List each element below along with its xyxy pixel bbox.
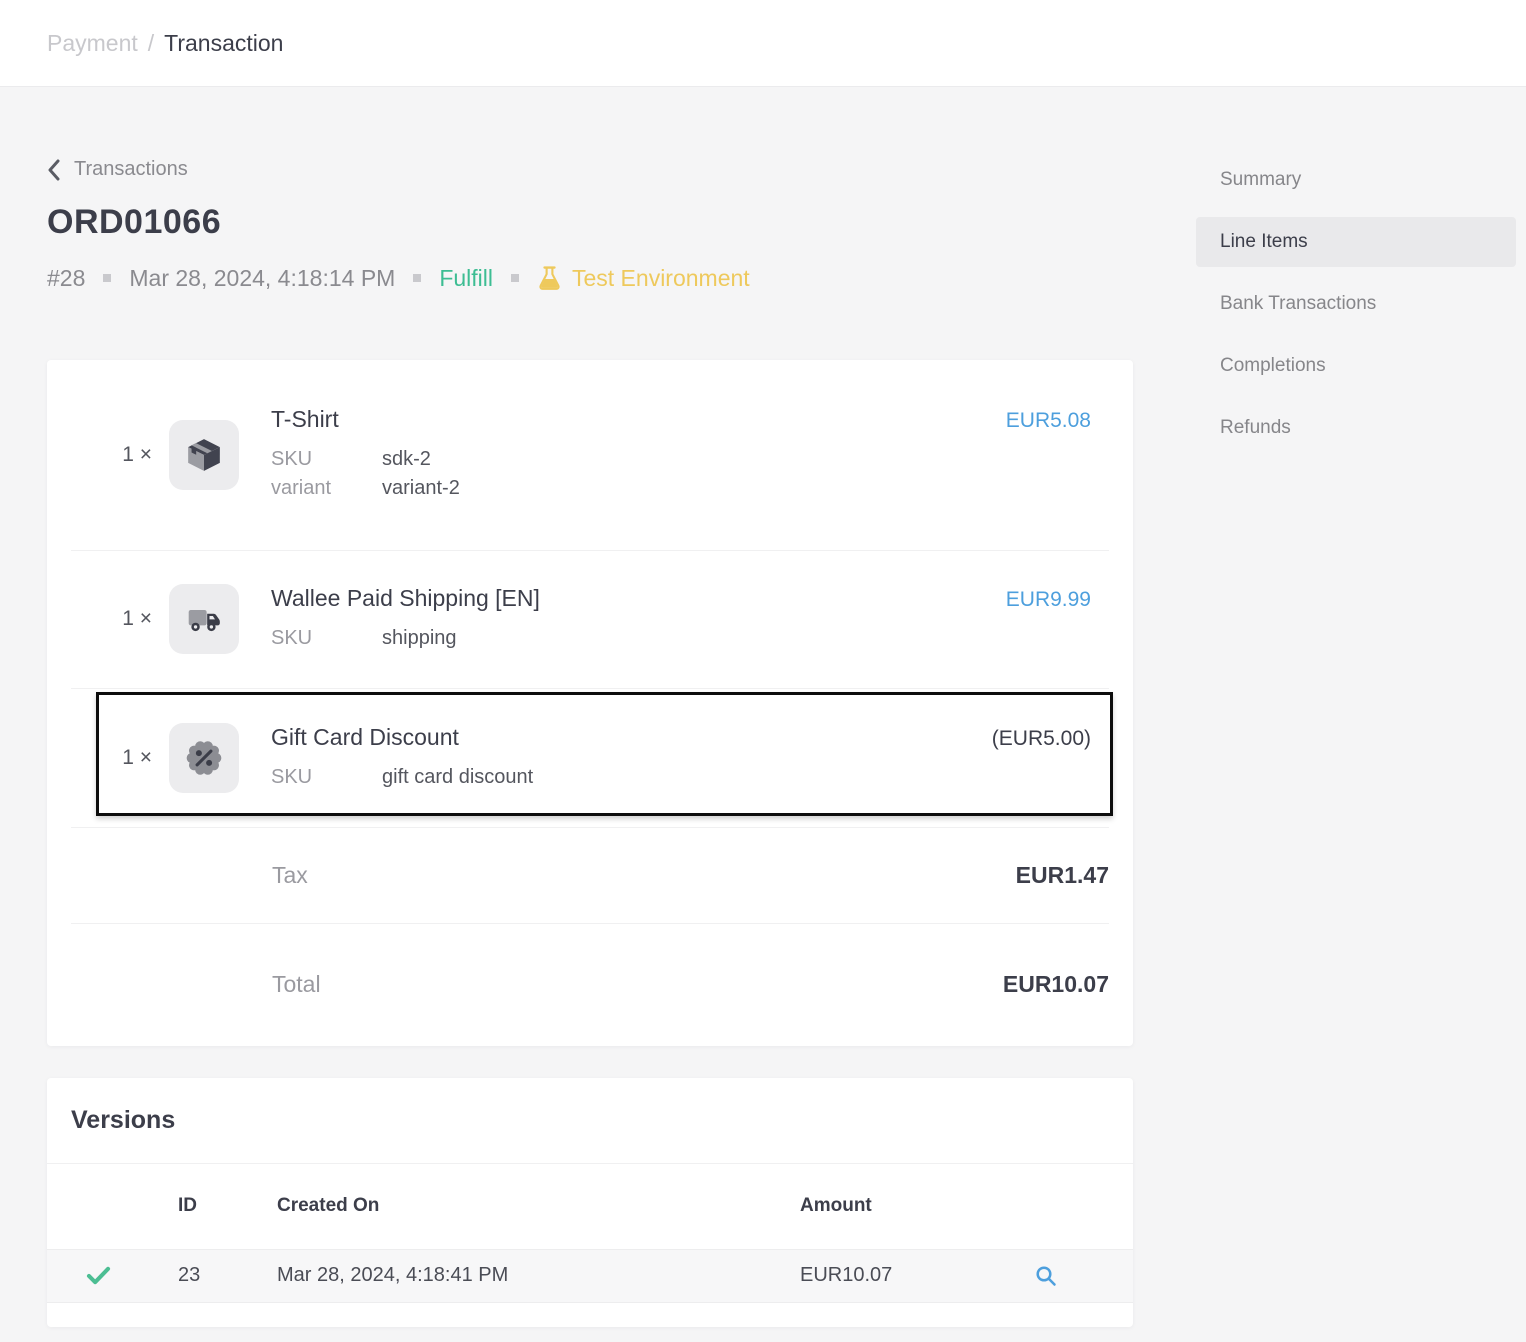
- total-row: Total EUR10.07: [47, 924, 1133, 1046]
- line-item-icon-tile: [169, 584, 239, 654]
- line-item-body: T-Shirt EUR5.08 SKU sdk-2 variant varian…: [271, 406, 1109, 503]
- version-created-cell: Mar 28, 2024, 4:18:41 PM: [277, 1264, 800, 1287]
- created-on-column-header: Created On: [277, 1195, 800, 1217]
- line-item-row-gift-card-discount[interactable]: 1 ×: [47, 689, 1133, 827]
- line-item-name: Gift Card Discount: [271, 724, 459, 751]
- line-item-details: SKU gift card discount: [271, 763, 1109, 792]
- line-item-icon-tile: [169, 420, 239, 490]
- magnifier-icon: [1034, 1264, 1058, 1288]
- nav-item-line-items[interactable]: Line Items: [1196, 217, 1516, 267]
- total-value: EUR10.07: [1003, 971, 1109, 998]
- page-title: ORD01066: [47, 203, 1133, 242]
- section-nav: Summary Line Items Bank Transactions Com…: [1196, 87, 1516, 1327]
- transaction-meta: #28 Mar 28, 2024, 4:18:14 PM Fulfill Tes…: [47, 265, 1133, 292]
- view-version-button[interactable]: [1034, 1264, 1058, 1288]
- line-item-body: Gift Card Discount (EUR5.00) SKU gift ca…: [271, 724, 1109, 792]
- environment-badge: Test Environment: [537, 265, 750, 292]
- detail-label: variant: [271, 474, 382, 503]
- line-item-row-tshirt[interactable]: 1 × T-Shirt EUR: [47, 360, 1133, 550]
- nav-item-refunds[interactable]: Refunds: [1196, 403, 1516, 453]
- detail-value: variant-2: [382, 474, 460, 503]
- line-item-price: EUR5.08: [1006, 409, 1109, 433]
- id-column-header: ID: [178, 1195, 277, 1217]
- detail-value: gift card discount: [382, 763, 533, 792]
- truck-icon: [185, 600, 223, 638]
- breadcrumb-link-payment[interactable]: Payment: [47, 30, 138, 57]
- line-item-price: (EUR5.00): [992, 727, 1109, 751]
- versions-card: Versions ID Created On Amount 23 Mar 28,…: [47, 1078, 1133, 1327]
- nav-item-bank-transactions[interactable]: Bank Transactions: [1196, 279, 1516, 329]
- square-separator-icon: [511, 274, 519, 282]
- line-item-name: Wallee Paid Shipping [EN]: [271, 585, 540, 612]
- line-items-card: 1 × T-Shirt EUR: [47, 360, 1133, 1046]
- line-item-quantity: 1 ×: [71, 607, 169, 631]
- back-label: Transactions: [74, 158, 188, 181]
- line-item-details: SKU shipping: [271, 624, 1109, 653]
- nav-item-summary[interactable]: Summary: [1196, 155, 1516, 205]
- version-id-cell: 23: [178, 1264, 277, 1287]
- version-status-cell: [71, 1265, 178, 1286]
- chevron-left-icon: [47, 159, 60, 181]
- line-item-details: SKU sdk-2 variant variant-2: [271, 445, 1109, 503]
- line-item-quantity: 1 ×: [71, 746, 169, 770]
- nav-item-completions[interactable]: Completions: [1196, 341, 1516, 391]
- breadcrumb-separator: /: [148, 30, 154, 57]
- flask-icon: [537, 265, 562, 292]
- main-column: Transactions ORD01066 #28 Mar 28, 2024, …: [47, 87, 1133, 1327]
- tax-label: Tax: [272, 862, 308, 889]
- top-bar: Payment / Transaction: [0, 0, 1526, 87]
- detail-value: sdk-2: [382, 445, 431, 474]
- detail-value: shipping: [382, 624, 457, 653]
- line-item-row-shipping[interactable]: 1 × Wallee Paid Shipping [E: [47, 551, 1133, 688]
- check-icon: [86, 1265, 111, 1286]
- back-button[interactable]: Transactions: [47, 158, 188, 181]
- line-item-price: EUR9.99: [1006, 588, 1109, 612]
- detail-label: SKU: [271, 763, 382, 792]
- version-amount-cell: EUR10.07: [800, 1264, 1029, 1287]
- breadcrumb-current: Transaction: [164, 30, 283, 57]
- detail-label: SKU: [271, 445, 382, 474]
- line-item-icon-tile: [169, 723, 239, 793]
- amount-column-header: Amount: [800, 1195, 1029, 1217]
- order-number: #28: [47, 265, 85, 292]
- square-separator-icon: [103, 274, 111, 282]
- line-item-body: Wallee Paid Shipping [EN] EUR9.99 SKU sh…: [271, 585, 1109, 653]
- state-badge: Fulfill: [439, 265, 493, 292]
- total-label: Total: [272, 971, 321, 998]
- line-item-quantity: 1 ×: [71, 443, 169, 467]
- tax-value: EUR1.47: [1016, 862, 1109, 889]
- tax-row: Tax EUR1.47: [47, 828, 1133, 923]
- breadcrumb: Payment / Transaction: [47, 30, 283, 57]
- discount-badge-icon: [184, 738, 224, 778]
- version-table-row: 23 Mar 28, 2024, 4:18:41 PM EUR10.07: [47, 1249, 1133, 1303]
- square-separator-icon: [413, 274, 421, 282]
- line-item-name: T-Shirt: [271, 406, 339, 433]
- detail-label: SKU: [271, 624, 382, 653]
- environment-label: Test Environment: [572, 265, 750, 292]
- package-icon: [185, 436, 223, 474]
- page-content: Transactions ORD01066 #28 Mar 28, 2024, …: [0, 87, 1526, 1327]
- created-timestamp: Mar 28, 2024, 4:18:14 PM: [129, 265, 395, 292]
- versions-table-header: ID Created On Amount: [47, 1164, 1133, 1249]
- versions-title: Versions: [47, 1078, 1133, 1163]
- version-action-cell: [1029, 1264, 1109, 1288]
